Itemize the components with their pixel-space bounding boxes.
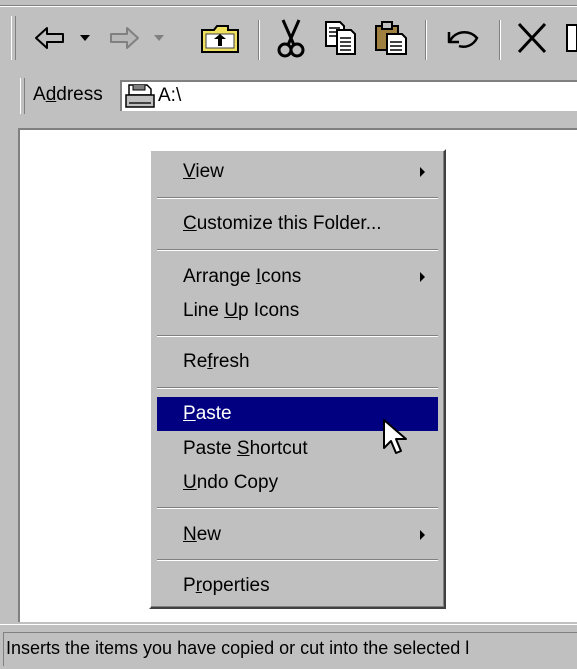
back-dropdown-button[interactable] <box>76 16 94 60</box>
address-field[interactable]: A:\ <box>120 80 577 111</box>
menu-item-label: Line Up Icons <box>183 300 300 321</box>
status-bar: Inserts the items you have copied or cut… <box>0 624 577 669</box>
menu-item-label: Customize this Folder... <box>183 213 382 234</box>
menu-item-view[interactable]: View <box>157 155 438 189</box>
menu-item-properties[interactable]: Properties <box>157 569 438 603</box>
undo-button[interactable] <box>437 16 489 60</box>
up-folder-icon <box>201 25 239 53</box>
status-text: Inserts the items you have copied or cut… <box>3 632 577 666</box>
menu-item-refresh[interactable]: Refresh <box>157 345 438 379</box>
menu-item-label: View <box>183 161 224 182</box>
toolbar-separator <box>258 20 260 60</box>
paste-button[interactable] <box>368 16 414 60</box>
toolbar-separator <box>425 20 427 60</box>
menu-item-label: New <box>183 524 222 545</box>
menu-item-label: Paste Shortcut <box>183 438 308 459</box>
toolbar-top-border <box>0 0 577 6</box>
mouse-pointer-icon <box>382 418 408 463</box>
menu-item-line-up-icons[interactable]: Line Up Icons <box>157 294 438 328</box>
menu-item-label: Refresh <box>183 351 250 372</box>
menu-item-new[interactable]: New <box>157 518 438 552</box>
menu-item-label: Arrange Icons <box>183 266 302 287</box>
back-button[interactable] <box>27 16 73 60</box>
forward-button[interactable] <box>101 16 147 60</box>
address-value[interactable]: A:\ <box>158 85 181 107</box>
menu-item-customize-folder[interactable]: Customize this Folder... <box>157 207 438 241</box>
context-menu: View Customize this Folder... Arrange Ic… <box>149 149 446 609</box>
menu-separator <box>157 559 438 561</box>
delete-button[interactable] <box>510 16 554 60</box>
dropdown-icon <box>154 35 164 41</box>
menu-separator <box>157 507 438 509</box>
submenu-arrow-icon <box>420 530 425 540</box>
copy-icon <box>325 21 356 55</box>
scissors-icon <box>277 19 305 58</box>
floppy-drive-icon <box>125 83 155 114</box>
paste-icon <box>375 21 407 55</box>
dropdown-icon <box>80 35 90 41</box>
submenu-arrow-icon <box>420 272 425 282</box>
toolbar-grip[interactable] <box>11 16 16 60</box>
standard-toolbar <box>0 0 577 70</box>
menu-item-label: Properties <box>183 575 270 596</box>
menu-item-undo-copy[interactable]: Undo Copy <box>157 466 438 500</box>
forward-arrow-icon <box>110 27 139 49</box>
up-folder-button[interactable] <box>194 16 246 60</box>
forward-dropdown-button[interactable] <box>150 16 168 60</box>
menu-item-label: Undo Copy <box>183 472 279 493</box>
undo-icon <box>447 31 479 48</box>
cut-button[interactable] <box>268 16 314 60</box>
delete-x-icon <box>517 22 547 54</box>
menu-separator <box>157 197 438 199</box>
menu-separator <box>157 387 438 389</box>
back-arrow-icon <box>35 27 64 49</box>
menu-separator <box>157 335 438 337</box>
address-bar: Address A:\ <box>0 74 577 118</box>
menu-item-arrange-icons[interactable]: Arrange Icons <box>157 260 438 294</box>
submenu-arrow-icon <box>420 167 425 177</box>
properties-icon <box>566 24 577 52</box>
properties-button-partial[interactable] <box>560 16 577 60</box>
menu-item-label: Paste <box>183 403 232 424</box>
copy-button[interactable] <box>318 16 364 60</box>
address-label: Address <box>33 84 103 105</box>
menu-separator <box>157 249 438 251</box>
toolbar-separator <box>499 20 501 60</box>
address-bar-grip[interactable] <box>20 78 25 114</box>
